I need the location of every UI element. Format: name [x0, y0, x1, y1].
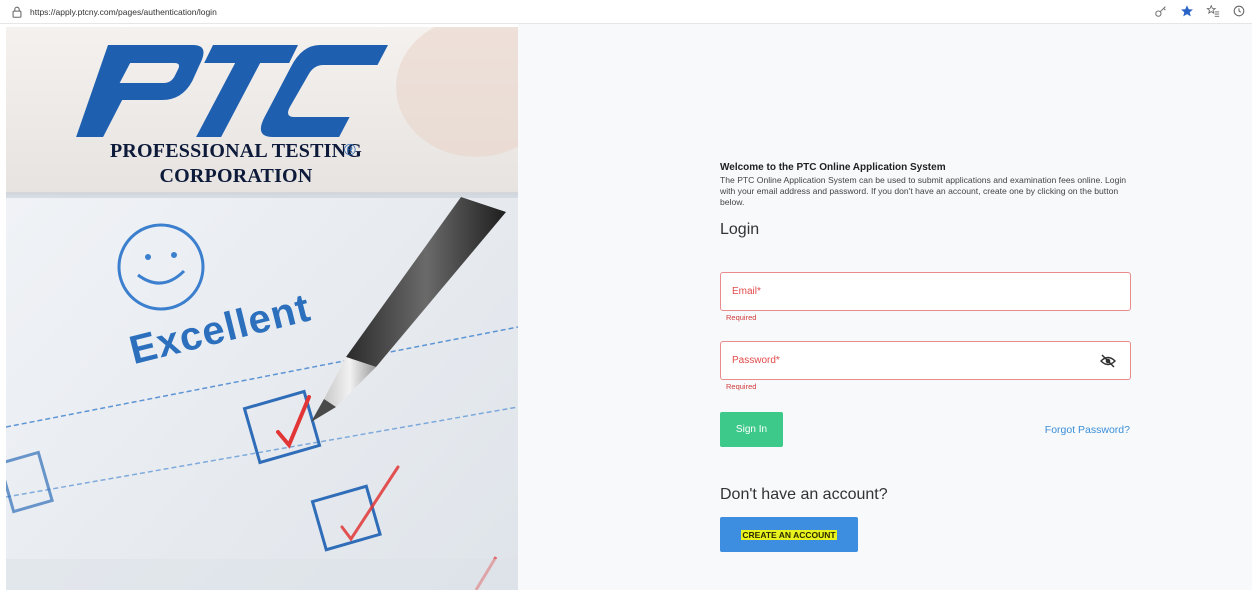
create-account-button[interactable]: CREATE AN ACCOUNT [720, 517, 858, 552]
login-panel: Welcome to the PTC Online Application Sy… [518, 24, 1252, 590]
email-field[interactable]: Email* [720, 272, 1131, 311]
password-label: Password* [732, 355, 780, 366]
lock-icon[interactable] [10, 5, 24, 19]
brand-name: PROFESSIONAL TESTING CORPORATION [86, 139, 386, 189]
email-label: Email* [732, 286, 761, 297]
star-icon[interactable] [1180, 4, 1194, 18]
favorites-icon[interactable] [1206, 4, 1220, 18]
create-account-label: CREATE AN ACCOUNT [741, 529, 837, 540]
password-error: Required [726, 382, 757, 391]
sign-in-button[interactable]: Sign In [720, 412, 783, 447]
brand-line-2: CORPORATION [159, 165, 313, 187]
url-text[interactable]: https://apply.ptcny.com/pages/authentica… [30, 7, 217, 17]
password-field[interactable]: Password* [720, 341, 1131, 380]
hero-image: PROFESSIONAL TESTING CORPORATION ® Excel… [6, 27, 518, 590]
welcome-description: The PTC Online Application System can be… [720, 175, 1127, 207]
email-error: Required [726, 313, 757, 322]
welcome-section: Welcome to the PTC Online Application Sy… [720, 162, 1134, 239]
history-icon[interactable] [1232, 4, 1246, 18]
eye-off-icon[interactable] [1100, 354, 1116, 368]
registered-mark: ® [344, 142, 356, 159]
signup-heading: Don't have an account? [720, 486, 888, 503]
login-heading: Login [720, 221, 760, 238]
welcome-title: Welcome to the PTC Online Application Sy… [720, 162, 946, 173]
brand-line-1: PROFESSIONAL TESTING [109, 140, 363, 162]
browser-address-bar: https://apply.ptcny.com/pages/authentica… [0, 0, 1252, 24]
key-icon[interactable] [1154, 4, 1168, 18]
forgot-password-link[interactable]: Forgot Password? [1018, 424, 1130, 436]
